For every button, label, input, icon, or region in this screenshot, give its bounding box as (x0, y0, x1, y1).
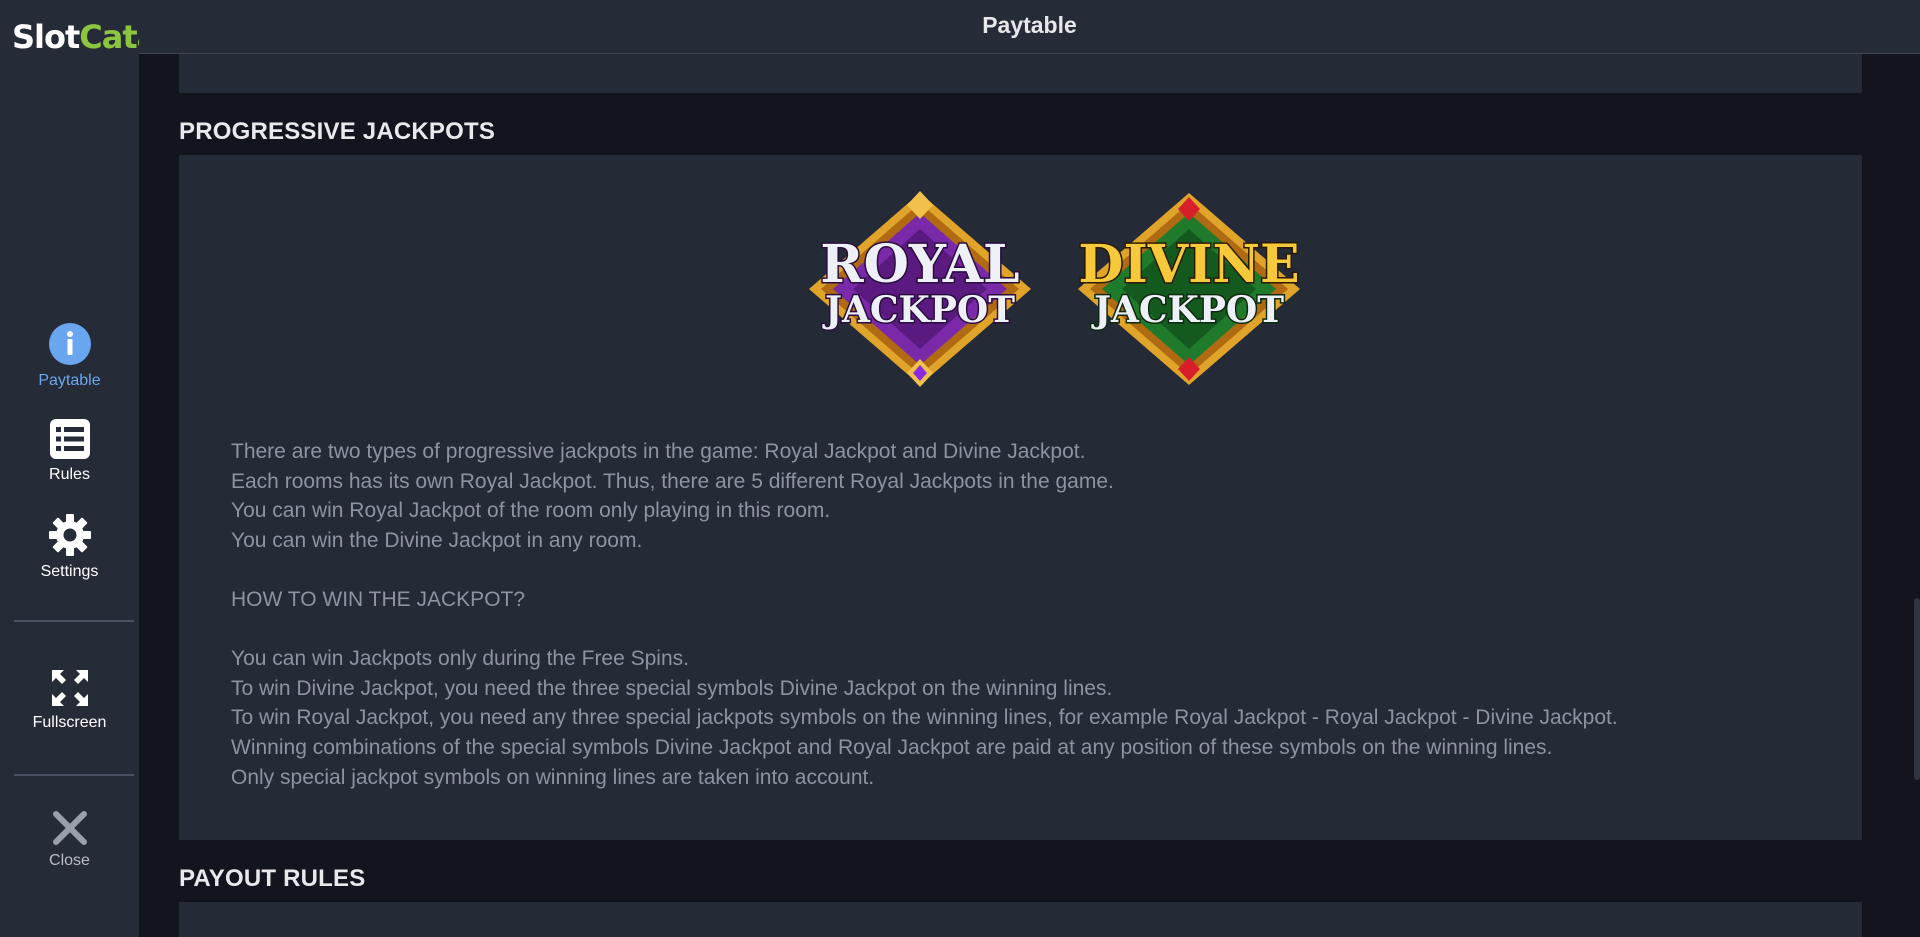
sidebar-item-label: Rules (49, 466, 90, 483)
subheading-how-to-win: HOW TO WIN THE JACKPOT? (231, 587, 526, 611)
page-title: Paytable (982, 12, 1077, 38)
sidebar-item-paytable[interactable]: Paytable (0, 322, 139, 390)
fullscreen-icon (51, 670, 88, 706)
gear-icon (48, 514, 91, 556)
divine-jackpot-symbol: DIVINE JACKPOT (1077, 193, 1301, 385)
sidebar-item-label: Fullscreen (32, 714, 107, 731)
paragraph: Each rooms has its own Royal Jackpot. Th… (231, 469, 1114, 493)
paragraph: To win Divine Jackpot, you need the thre… (231, 676, 1113, 700)
previous-section-panel (179, 54, 1862, 93)
sidebar: SlotCatalog com Paytable Rules (0, 0, 211, 937)
paragraph: You can win Jackpots only during the Fre… (231, 647, 689, 671)
sidebar-item-close[interactable]: Close (0, 810, 139, 870)
paragraph: Winning combinations of the special symb… (231, 735, 1553, 759)
divine-jackpot-line1: DIVINE (1078, 234, 1299, 295)
list-icon (49, 419, 90, 459)
sidebar-divider (14, 620, 134, 622)
paragraph: You can win the Divine Jackpot in any ro… (231, 528, 643, 552)
sidebar-item-rules[interactable]: Rules (0, 418, 139, 484)
royal-jackpot-symbol: ROYAL JACKPOT (809, 191, 1031, 387)
royal-jackpot-line2: JACKPOT (822, 289, 1015, 331)
paragraph: To win Royal Jackpot, you need any three… (231, 706, 1618, 730)
paragraph: There are two types of progressive jackp… (231, 440, 1086, 463)
royal-jackpot-line1: ROYAL (820, 234, 1019, 295)
close-icon (52, 811, 87, 845)
sidebar-item-settings[interactable]: Settings (0, 513, 139, 581)
sidebar-item-label: Close (49, 852, 90, 869)
header-bar: Paytable (139, 0, 1920, 54)
paragraph: Only special jackpot symbols on winning … (231, 765, 875, 789)
section-title-payout: PAYOUT RULES (179, 865, 366, 892)
sidebar-item-label: Settings (40, 563, 99, 580)
paragraph: You can win Royal Jackpot of the room on… (231, 499, 831, 523)
sidebar-item-label: Paytable (38, 372, 101, 389)
sidebar-divider (14, 774, 134, 776)
payout-rules-panel (179, 902, 1862, 937)
section-title-progressive: PROGRESSIVE JACKPOTS (179, 118, 496, 145)
scrollbar[interactable] (1914, 598, 1920, 780)
divine-jackpot-line2: JACKPOT (1091, 289, 1284, 331)
sidebar-item-fullscreen[interactable]: Fullscreen (0, 668, 139, 732)
progressive-jackpots-text: There are two types of progressive jackp… (231, 437, 1841, 792)
info-icon (48, 323, 91, 365)
